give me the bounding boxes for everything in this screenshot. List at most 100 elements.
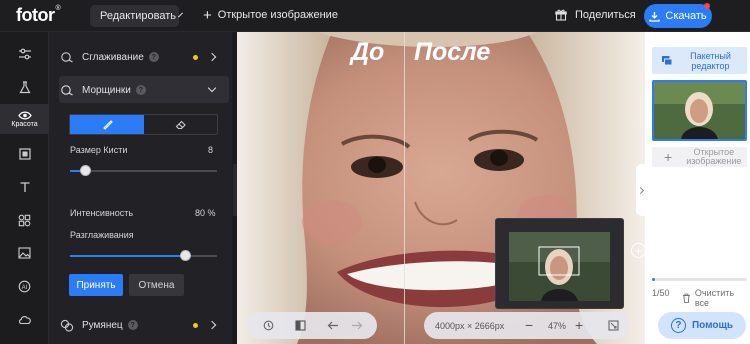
cloud-tool[interactable]	[0, 305, 49, 333]
wrinkles-icon	[60, 83, 74, 97]
text-tool[interactable]	[0, 173, 49, 201]
zoom-toolbar: 4000px × 2666px − 47% +	[424, 312, 630, 339]
undo-icon[interactable]	[327, 320, 339, 331]
photo-icon	[18, 247, 31, 259]
redo-icon[interactable]	[351, 320, 363, 331]
fotor-logo[interactable]: fotor®	[16, 5, 61, 26]
ai-icon: AI	[18, 280, 31, 292]
text-icon	[20, 182, 29, 192]
gift-icon	[555, 9, 567, 21]
effects-tool[interactable]	[0, 73, 49, 101]
fit-screen-icon[interactable]	[608, 320, 619, 331]
brush-size-slider[interactable]	[70, 165, 217, 176]
slider-track	[70, 170, 217, 172]
intensity-label: Интенсивность	[70, 208, 134, 218]
clear-all-button[interactable]: Очистить все	[682, 288, 750, 308]
image-dimensions: 4000px × 2666px	[435, 321, 505, 331]
svg-text:AI: AI	[22, 284, 28, 290]
adjust-icon	[18, 48, 31, 60]
brush-mode-toggle	[69, 114, 218, 135]
intensity-value: 80 %	[195, 208, 216, 218]
active-indicator-dot	[193, 323, 198, 328]
beauty-panel: Сглаживание ? Морщинки ? Размер Кисти 8 …	[49, 32, 232, 344]
elements-icon	[18, 214, 31, 226]
slider-fill	[70, 255, 185, 257]
navigator-thumbnail[interactable]	[495, 218, 624, 309]
upload-progress-track	[652, 278, 747, 281]
blush-icon	[60, 318, 74, 332]
smoothing-label: Сглаживание	[82, 51, 144, 63]
trash-icon	[682, 293, 690, 303]
plus-icon: +	[203, 6, 212, 24]
edit-dropdown[interactable]: Редактировать	[90, 5, 183, 27]
notification-dot	[704, 3, 710, 9]
brush-size-value: 8	[208, 145, 214, 155]
brush-size-label: Размер Кисти	[70, 145, 128, 155]
cancel-button[interactable]: Отмена	[129, 274, 184, 296]
image-count: 1/50	[652, 288, 670, 298]
navigator-add-icon[interactable]: +	[631, 243, 646, 258]
uploads-tool[interactable]	[0, 239, 49, 267]
brush-icon	[102, 120, 113, 130]
smoothing-sub-label: Разглаживания	[70, 230, 134, 240]
help-label: Помощь	[691, 320, 734, 331]
adjust-tool[interactable]	[0, 40, 49, 68]
compare-icon[interactable]	[295, 320, 306, 331]
batch-icon	[662, 56, 673, 66]
batch-label-line1: Пакетный	[690, 50, 731, 61]
tool-sidebar: Красота AI	[0, 32, 49, 344]
eraser-mode-button[interactable]	[144, 115, 217, 134]
before-label: До	[351, 38, 385, 66]
zoom-in-button[interactable]: +	[575, 317, 583, 333]
apply-button[interactable]: Принять	[69, 274, 123, 296]
intensity-slider[interactable]	[70, 250, 217, 261]
ai-tool[interactable]: AI	[0, 272, 49, 300]
download-button[interactable]: Скачать	[644, 4, 712, 28]
active-indicator-dot	[193, 55, 198, 60]
wrinkles-label: Морщинки	[82, 84, 131, 96]
beauty-tool-label: Красота	[11, 120, 38, 128]
frames-tool[interactable]	[0, 140, 49, 168]
zoom-level: 47%	[548, 321, 567, 331]
eraser-icon	[175, 120, 186, 130]
smoothing-row[interactable]: Сглаживание ?	[60, 43, 230, 71]
help-button[interactable]: ? Помощь	[658, 312, 746, 339]
history-icon[interactable]	[263, 320, 274, 331]
help-icon[interactable]: ?	[127, 320, 138, 330]
beauty-tool[interactable]: Красота	[0, 104, 49, 134]
wrinkles-row[interactable]: Морщинки ?	[60, 76, 230, 104]
compare-divider[interactable]	[404, 32, 405, 344]
image-thumbnail[interactable]	[652, 80, 747, 141]
thumbnail-image	[654, 82, 745, 139]
clear-all-label: Очистить все	[694, 288, 735, 308]
navigator-image	[509, 232, 610, 301]
help-icon[interactable]: ?	[148, 52, 159, 62]
open-image-button[interactable]: + Открытое изображение	[203, 6, 338, 24]
chevron-right-icon	[636, 186, 645, 194]
blush-row[interactable]: Румянец ?	[60, 311, 230, 339]
edit-dropdown-label: Редактировать	[100, 10, 176, 22]
plus-icon: +	[664, 148, 673, 165]
share-button[interactable]: Поделиться	[555, 9, 636, 21]
cloud-icon	[18, 315, 31, 324]
expand-right-panel-handle[interactable]	[636, 164, 648, 216]
smoothing-icon	[60, 50, 74, 64]
help-circle-icon: ?	[670, 318, 686, 333]
help-icon[interactable]: ?	[135, 85, 146, 95]
open-image-side-button[interactable]: + Открытое изображение	[652, 147, 747, 167]
flask-icon	[18, 80, 31, 93]
batch-label-line2: редактор	[691, 60, 730, 71]
history-toolbar	[246, 312, 377, 339]
open-label-line2: изображение	[686, 156, 742, 166]
batch-editor-button[interactable]: Пакетный редактор	[652, 47, 747, 74]
slider-knob[interactable]	[180, 250, 191, 261]
upload-progress-fill	[652, 278, 655, 281]
share-label: Поделиться	[575, 9, 636, 21]
blush-label: Румянец	[82, 319, 123, 331]
zoom-out-button[interactable]: −	[525, 317, 533, 333]
elements-tool[interactable]	[0, 206, 49, 234]
brush-mode-button[interactable]	[70, 115, 144, 134]
download-icon	[649, 11, 661, 22]
open-image-label: Открытое изображение	[217, 9, 338, 21]
slider-knob[interactable]	[80, 165, 91, 176]
